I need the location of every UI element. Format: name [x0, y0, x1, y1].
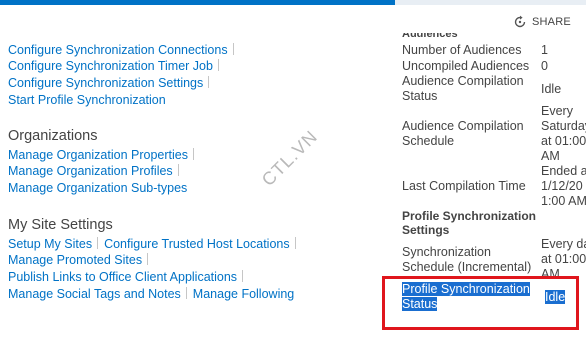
manage-following-link[interactable]: Manage Following: [193, 287, 294, 301]
link-separator: [208, 76, 210, 88]
link-separator: [192, 148, 194, 160]
link-separator: [242, 270, 244, 282]
org-link-row: Manage Organization Sub-types: [8, 180, 187, 196]
number-of-audiences-label: Number of Audiences: [402, 43, 522, 57]
manage-org-properties-link[interactable]: Manage Organization Properties: [8, 148, 188, 162]
mysite-link-row: Manage Social Tags and Notes Manage Follo…: [8, 286, 294, 302]
compilation-schedule-value-line: Saturday: [541, 119, 586, 133]
sync-schedule-label: Synchronization Schedule (Incremental): [402, 245, 531, 275]
sync-link-row: Configure Synchronization Settings: [8, 75, 215, 91]
link-separator: [147, 253, 149, 265]
sync-link-row: Start Profile Synchronization: [8, 92, 166, 108]
manage-org-profiles-link[interactable]: Manage Organization Profiles: [8, 164, 173, 178]
audiences-heading: Audiences: [402, 28, 458, 40]
share-icon: [513, 15, 527, 29]
organizations-title: Organizations: [8, 128, 98, 144]
share-button[interactable]: SHARE: [513, 15, 571, 29]
last-compilation-time-label: Last Compilation Time: [402, 179, 526, 193]
compilation-status-label-line2: Status: [402, 89, 438, 103]
configure-sync-timer-job-link[interactable]: Configure Synchronization Timer Job: [8, 59, 213, 73]
mysite-link-row: Manage Promoted Sites: [8, 252, 154, 268]
profile-sync-settings-heading: Profile Synchronization Settings: [402, 209, 536, 237]
configure-sync-settings-link[interactable]: Configure Synchronization Settings: [8, 76, 203, 90]
org-link-row: Manage Organization Properties: [8, 147, 200, 163]
sync-schedule-value-line: Every da: [541, 237, 586, 251]
compilation-schedule-label: Audience Compilation Schedule: [402, 119, 524, 149]
profile-sync-heading-line2: Settings: [402, 223, 450, 237]
compilation-status-value: Idle: [541, 82, 562, 96]
uncompiled-audiences-value: 0: [541, 59, 548, 73]
sync-schedule-label-line: Synchronization: [402, 245, 491, 259]
compilation-schedule-label-line2: Schedule: [402, 134, 455, 148]
configure-trusted-host-locations-link[interactable]: Configure Trusted Host Locations: [104, 237, 290, 251]
sync-link-row: Configure Synchronization Timer Job: [8, 58, 225, 74]
last-compilation-value-line: 1/12/20: [541, 179, 583, 193]
start-profile-sync-link[interactable]: Start Profile Synchronization: [8, 93, 166, 107]
compilation-schedule-value-line: AM: [541, 149, 560, 163]
watermark-text: CTL.VN: [257, 126, 322, 190]
last-compilation-time-value: Ended a 1/12/20 1:00 AM: [541, 164, 586, 209]
compilation-status-label-line1: Audience Compilation: [402, 74, 524, 88]
last-compilation-value-line: 1:00 AM: [541, 194, 586, 208]
sync-schedule-value-line: at 01:00: [541, 252, 586, 266]
sync-link-row: Configure Synchronization Connections: [8, 42, 240, 58]
top-bar: [0, 0, 586, 5]
top-bar-light-segment: [395, 0, 586, 5]
org-link-row: Manage Organization Profiles: [8, 163, 185, 179]
compilation-schedule-value-line: at 01:00: [541, 134, 586, 148]
share-label: SHARE: [532, 16, 571, 28]
compilation-schedule-value-line: Every: [541, 104, 573, 118]
sync-schedule-label-line: Schedule (Incremental): [402, 260, 532, 274]
manage-org-subtypes-link[interactable]: Manage Organization Sub-types: [8, 181, 187, 195]
publish-links-office-link[interactable]: Publish Links to Office Client Applicati…: [8, 270, 237, 284]
link-separator: [217, 59, 219, 71]
link-separator: [294, 237, 296, 249]
manage-promoted-sites-link[interactable]: Manage Promoted Sites: [8, 253, 142, 267]
uncompiled-audiences-label: Uncompiled Audiences: [402, 59, 530, 73]
link-separator: [185, 287, 187, 299]
number-of-audiences-value: 1: [541, 43, 548, 57]
link-separator: [177, 164, 179, 176]
link-separator: [97, 237, 99, 249]
compilation-status-label: Audience Compilation Status: [402, 74, 524, 104]
link-separator: [232, 43, 234, 55]
compilation-schedule-value: Every Saturday at 01:00 AM: [541, 104, 586, 164]
mysite-link-row: Publish Links to Office Client Applicati…: [8, 269, 249, 285]
compilation-schedule-label-line1: Audience Compilation: [402, 119, 524, 133]
manage-social-tags-link[interactable]: Manage Social Tags and Notes: [8, 287, 181, 301]
setup-my-sites-link[interactable]: Setup My Sites: [8, 237, 92, 251]
last-compilation-value-line: Ended a: [541, 164, 586, 178]
mysite-settings-title: My Site Settings: [8, 217, 113, 233]
configure-sync-connections-link[interactable]: Configure Synchronization Connections: [8, 43, 228, 57]
profile-sync-heading-line1: Profile Synchronization: [402, 209, 537, 223]
highlight-annotation-box: [382, 276, 579, 330]
mysite-link-row: Setup My Sites Configure Trusted Host Loc…: [8, 236, 302, 252]
